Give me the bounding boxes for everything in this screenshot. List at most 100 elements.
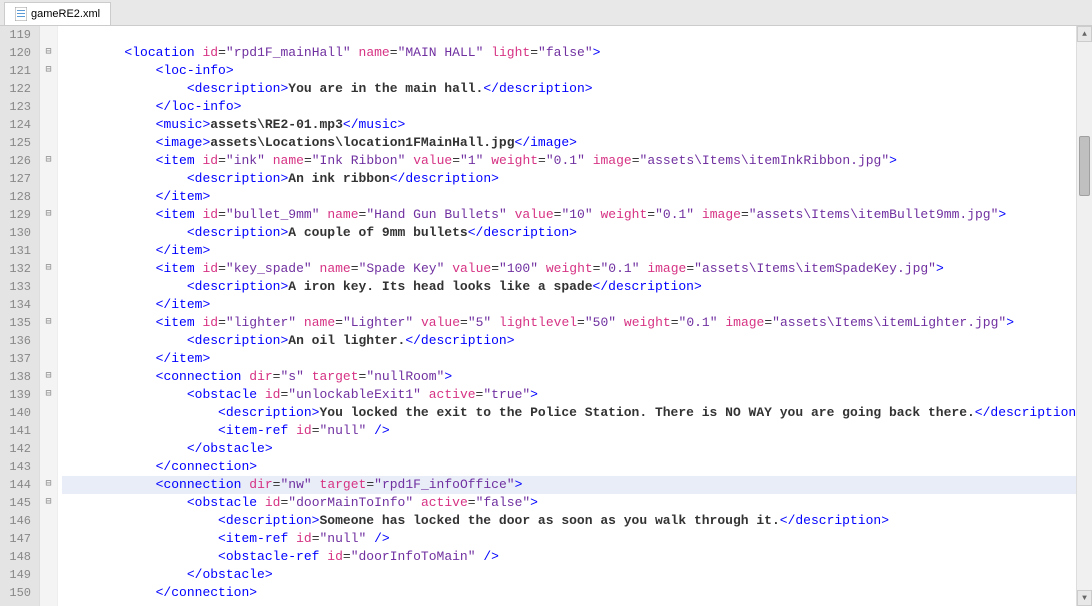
line-number: 139	[0, 386, 31, 404]
code-line[interactable]: </item>	[62, 350, 1092, 368]
code-line[interactable]: <obstacle id="doorMainToInfo" active="fa…	[62, 494, 1092, 512]
code-line[interactable]: <description>A couple of 9mm bullets</de…	[62, 224, 1092, 242]
line-number: 141	[0, 422, 31, 440]
code-line[interactable]	[62, 26, 1092, 44]
code-line[interactable]: <description>You locked the exit to the …	[62, 404, 1092, 422]
line-number: 148	[0, 548, 31, 566]
line-number: 120	[0, 44, 31, 62]
code-line[interactable]: </connection>	[62, 584, 1092, 602]
code-line[interactable]: <description>An oil lighter.</descriptio…	[62, 332, 1092, 350]
fold-spacer	[40, 26, 57, 44]
fold-spacer	[40, 134, 57, 152]
code-line[interactable]: <description>An ink ribbon</description>	[62, 170, 1092, 188]
line-number: 133	[0, 278, 31, 296]
line-number: 138	[0, 368, 31, 386]
line-number: 149	[0, 566, 31, 584]
code-line[interactable]: <location id="rpd1F_mainHall" name="MAIN…	[62, 44, 1092, 62]
code-line[interactable]: <item-ref id="null" />	[62, 422, 1092, 440]
line-number-gutter: 1191201211221231241251261271281291301311…	[0, 26, 40, 606]
code-line[interactable]: <item id="lighter" name="Lighter" value=…	[62, 314, 1092, 332]
fold-spacer	[40, 116, 57, 134]
fold-spacer	[40, 584, 57, 602]
code-line[interactable]: <item-ref id="null" />	[62, 530, 1092, 548]
code-line[interactable]: <connection dir="nw" target="rpd1F_infoO…	[62, 476, 1092, 494]
code-line[interactable]: <item id="bullet_9mm" name="Hand Gun Bul…	[62, 206, 1092, 224]
line-number: 121	[0, 62, 31, 80]
line-number: 143	[0, 458, 31, 476]
line-number: 145	[0, 494, 31, 512]
code-line[interactable]: <obstacle id="unlockableExit1" active="t…	[62, 386, 1092, 404]
line-number: 136	[0, 332, 31, 350]
fold-spacer	[40, 548, 57, 566]
code-line[interactable]: <image>assets\Locations\location1FMainHa…	[62, 134, 1092, 152]
line-number: 129	[0, 206, 31, 224]
code-line[interactable]: </obstacle>	[62, 566, 1092, 584]
fold-spacer	[40, 224, 57, 242]
scroll-up-button[interactable]: ▲	[1077, 26, 1092, 42]
code-line[interactable]: <music>assets\RE2-01.mp3</music>	[62, 116, 1092, 134]
tab-bar: gameRE2.xml	[0, 0, 1092, 26]
scrollbar-thumb[interactable]	[1079, 136, 1090, 196]
line-number: 119	[0, 26, 31, 44]
line-number: 123	[0, 98, 31, 116]
code-line[interactable]: <description>You are in the main hall.</…	[62, 80, 1092, 98]
line-number: 140	[0, 404, 31, 422]
tab-filename: gameRE2.xml	[31, 8, 100, 20]
code-line[interactable]: <item id="ink" name="Ink Ribbon" value="…	[62, 152, 1092, 170]
code-line[interactable]: </obstacle>	[62, 440, 1092, 458]
fold-toggle[interactable]: ⊟	[40, 368, 57, 386]
scroll-down-button[interactable]: ▼	[1077, 590, 1092, 606]
line-number: 126	[0, 152, 31, 170]
line-number: 135	[0, 314, 31, 332]
line-number: 125	[0, 134, 31, 152]
fold-spacer	[40, 170, 57, 188]
fold-spacer	[40, 422, 57, 440]
code-line[interactable]: <description>A iron key. Its head looks …	[62, 278, 1092, 296]
code-area[interactable]: <location id="rpd1F_mainHall" name="MAIN…	[58, 26, 1092, 606]
line-number: 134	[0, 296, 31, 314]
fold-toggle[interactable]: ⊟	[40, 476, 57, 494]
fold-spacer	[40, 458, 57, 476]
code-line[interactable]: </item>	[62, 188, 1092, 206]
fold-gutter[interactable]: ⊟⊟ ⊟ ⊟ ⊟ ⊟ ⊟⊟ ⊟⊟	[40, 26, 58, 606]
fold-spacer	[40, 440, 57, 458]
line-number: 137	[0, 350, 31, 368]
fold-toggle[interactable]: ⊟	[40, 260, 57, 278]
fold-toggle[interactable]: ⊟	[40, 314, 57, 332]
fold-toggle[interactable]: ⊟	[40, 386, 57, 404]
fold-spacer	[40, 512, 57, 530]
vertical-scrollbar[interactable]: ▲ ▼	[1076, 26, 1092, 606]
fold-spacer	[40, 80, 57, 98]
line-number: 130	[0, 224, 31, 242]
fold-spacer	[40, 278, 57, 296]
line-number: 146	[0, 512, 31, 530]
line-number: 124	[0, 116, 31, 134]
line-number: 122	[0, 80, 31, 98]
fold-spacer	[40, 296, 57, 314]
code-line[interactable]: </loc-info>	[62, 98, 1092, 116]
fold-spacer	[40, 242, 57, 260]
line-number: 150	[0, 584, 31, 602]
code-line[interactable]: <loc-info>	[62, 62, 1092, 80]
code-line[interactable]: <obstacle-ref id="doorInfoToMain" />	[62, 548, 1092, 566]
fold-toggle[interactable]: ⊟	[40, 494, 57, 512]
code-line[interactable]: </item>	[62, 296, 1092, 314]
fold-toggle[interactable]: ⊟	[40, 44, 57, 62]
fold-spacer	[40, 566, 57, 584]
xml-file-icon	[15, 7, 27, 21]
fold-toggle[interactable]: ⊟	[40, 152, 57, 170]
code-line[interactable]: <description>Someone has locked the door…	[62, 512, 1092, 530]
fold-toggle[interactable]: ⊟	[40, 206, 57, 224]
code-line[interactable]: <item id="key_spade" name="Spade Key" va…	[62, 260, 1092, 278]
fold-toggle[interactable]: ⊟	[40, 62, 57, 80]
fold-spacer	[40, 98, 57, 116]
code-line[interactable]: </connection>	[62, 458, 1092, 476]
fold-spacer	[40, 530, 57, 548]
line-number: 132	[0, 260, 31, 278]
fold-spacer	[40, 332, 57, 350]
file-tab[interactable]: gameRE2.xml	[4, 2, 111, 25]
code-editor[interactable]: 1191201211221231241251261271281291301311…	[0, 26, 1092, 606]
code-line[interactable]: <connection dir="s" target="nullRoom">	[62, 368, 1092, 386]
fold-spacer	[40, 188, 57, 206]
code-line[interactable]: </item>	[62, 242, 1092, 260]
